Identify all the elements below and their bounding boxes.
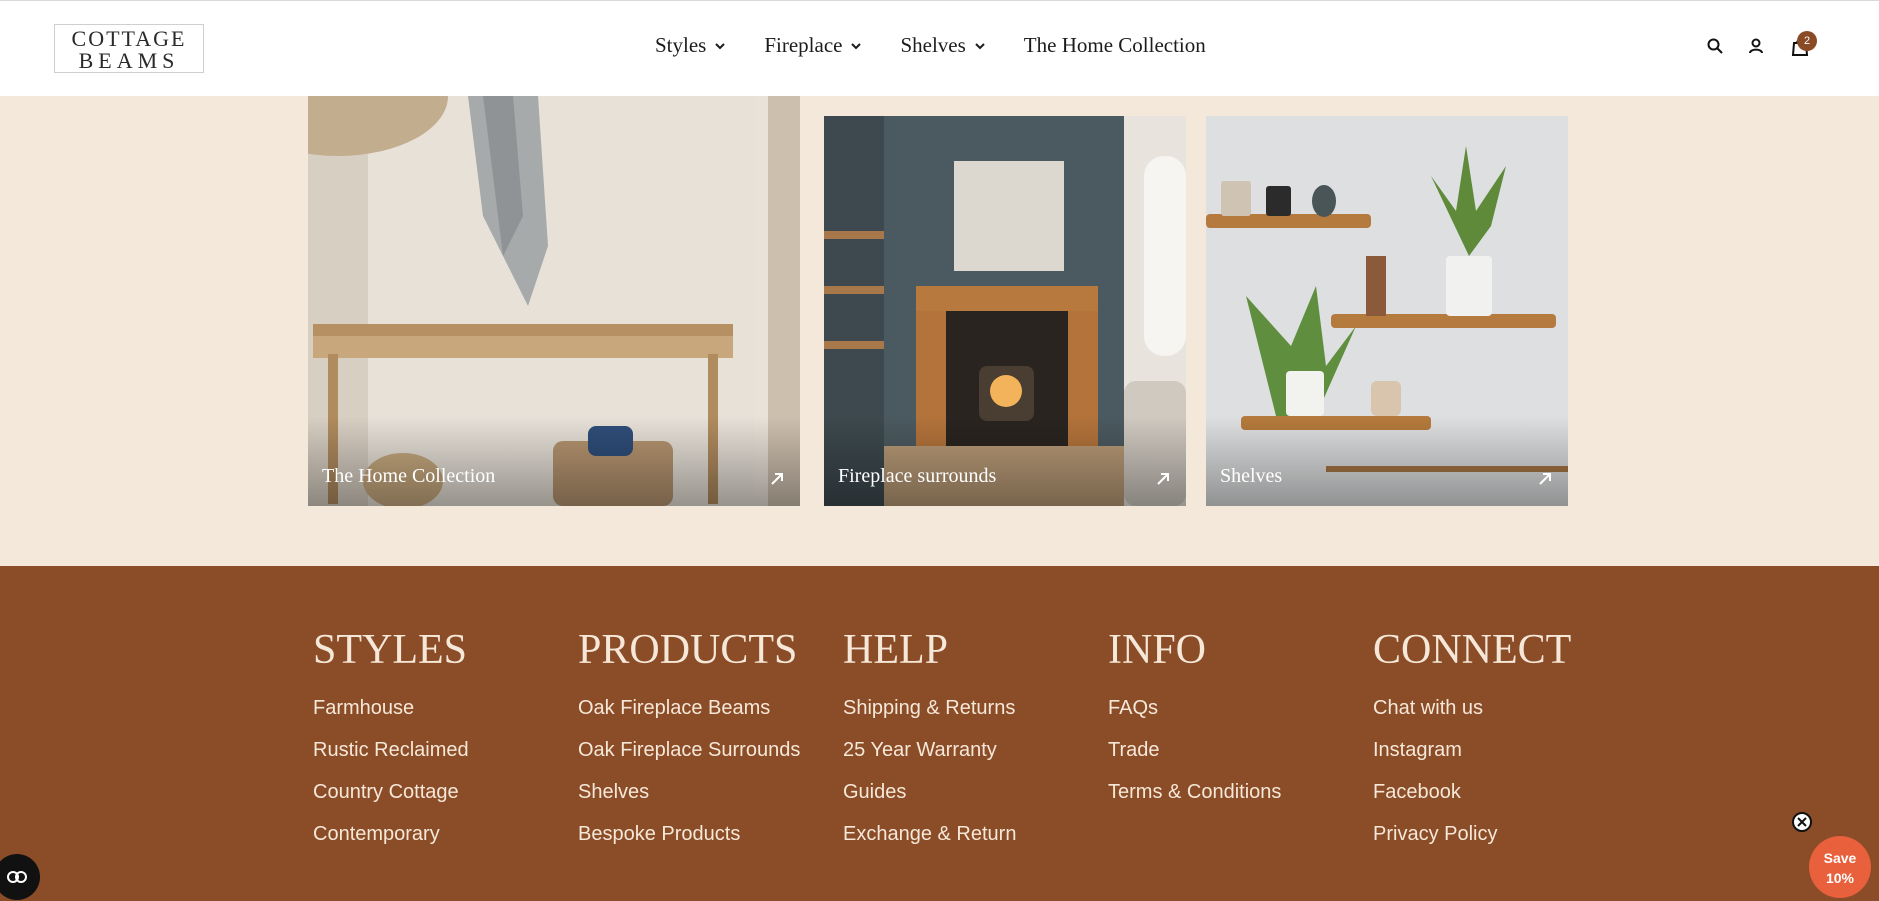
- footer-link-chat[interactable]: Chat with us: [1373, 696, 1571, 720]
- footer-link-trade[interactable]: Trade: [1108, 738, 1281, 762]
- chevron-down-icon: [851, 42, 862, 49]
- site-header: COTTAGE BEAMS Styles Fireplace Shelves T…: [0, 0, 1879, 96]
- footer-column-styles: STYLES Farmhouse Rustic Reclaimed Countr…: [313, 626, 469, 864]
- nav-item-label: The Home Collection: [1023, 33, 1206, 57]
- category-card-shelves[interactable]: Shelves: [1206, 116, 1568, 506]
- footer-heading: CONNECT: [1373, 627, 1572, 673]
- accessibility-icon: [7, 871, 27, 883]
- footer-link-guides[interactable]: Guides: [843, 780, 1016, 804]
- footer-column-products: PRODUCTS Oak Fireplace Beams Oak Firepla…: [578, 626, 800, 864]
- footer-column-connect: CONNECT Chat with us Instagram Facebook …: [1373, 626, 1571, 864]
- nav-item-fireplace[interactable]: Fireplace: [764, 33, 862, 58]
- caption-overlay: [824, 416, 1186, 506]
- category-card-fireplace-surrounds[interactable]: Fireplace surrounds: [824, 116, 1186, 506]
- site-footer: STYLES Farmhouse Rustic Reclaimed Countr…: [0, 566, 1879, 901]
- nav-item-label: Styles: [655, 33, 707, 57]
- search-icon[interactable]: [1706, 37, 1724, 55]
- user-icon[interactable]: [1747, 37, 1765, 55]
- footer-link-faqs[interactable]: FAQs: [1108, 696, 1281, 720]
- footer-column-info: INFO FAQs Trade Terms & Conditions: [1108, 626, 1281, 822]
- footer-link-exchange-return[interactable]: Exchange & Return: [843, 822, 1016, 846]
- caption-overlay: [308, 416, 800, 506]
- footer-link-oak-fireplace-beams[interactable]: Oak Fireplace Beams: [578, 696, 800, 720]
- footer-link-instagram[interactable]: Instagram: [1373, 738, 1571, 762]
- chevron-down-icon: [975, 42, 985, 49]
- card-label: Shelves: [1220, 465, 1283, 487]
- footer-column-help: HELP Shipping & Returns 25 Year Warranty…: [843, 626, 1016, 864]
- card-label: Fireplace surrounds: [838, 465, 997, 487]
- arrow-up-right-icon: [1157, 473, 1169, 485]
- brand-line-2: BEAMS: [78, 48, 180, 73]
- nav-item-shelves[interactable]: Shelves: [900, 33, 985, 58]
- brand-line-1: COTTAGE: [71, 26, 187, 51]
- nav-item-label: Shelves: [900, 33, 966, 57]
- arrow-up-right-icon: [1539, 473, 1551, 485]
- footer-link-terms[interactable]: Terms & Conditions: [1108, 780, 1281, 804]
- close-promo-button[interactable]: [1792, 812, 1812, 832]
- card-label: The Home Collection: [322, 465, 496, 487]
- footer-link-bespoke-products[interactable]: Bespoke Products: [578, 822, 800, 846]
- caption-overlay: [1206, 416, 1568, 506]
- brand-logo[interactable]: COTTAGE BEAMS: [54, 24, 204, 73]
- chevron-down-icon: [715, 42, 726, 49]
- category-card-home-collection[interactable]: The Home Collection: [308, 96, 800, 506]
- footer-link-oak-fireplace-surrounds[interactable]: Oak Fireplace Surrounds: [578, 738, 800, 762]
- nav-item-styles[interactable]: Styles: [655, 33, 726, 58]
- save-label: Save: [1823, 850, 1857, 866]
- cart-count-badge: 2: [1797, 31, 1817, 51]
- nav-item-home-collection[interactable]: The Home Collection: [1024, 33, 1206, 58]
- accessibility-button[interactable]: [0, 854, 40, 900]
- footer-heading: STYLES: [313, 627, 468, 673]
- footer-link-country-cottage[interactable]: Country Cottage: [313, 780, 469, 804]
- save-percent: 10%: [1825, 870, 1855, 886]
- arrow-up-right-icon: [771, 473, 783, 485]
- footer-link-facebook[interactable]: Facebook: [1373, 780, 1571, 804]
- footer-link-shipping-returns[interactable]: Shipping & Returns: [843, 696, 1016, 720]
- footer-link-rustic-reclaimed[interactable]: Rustic Reclaimed: [313, 738, 469, 762]
- footer-link-privacy[interactable]: Privacy Policy: [1373, 822, 1571, 846]
- footer-link-farmhouse[interactable]: Farmhouse: [313, 696, 469, 720]
- footer-heading: HELP: [843, 627, 948, 673]
- main-nav: Styles Fireplace Shelves The Home Collec…: [655, 33, 1244, 58]
- close-icon: [1797, 817, 1807, 827]
- save-discount-button[interactable]: Save 10%: [1809, 836, 1871, 898]
- footer-link-shelves[interactable]: Shelves: [578, 780, 800, 804]
- footer-link-warranty[interactable]: 25 Year Warranty: [843, 738, 1016, 762]
- footer-heading: PRODUCTS: [578, 627, 798, 673]
- footer-heading: INFO: [1108, 627, 1207, 673]
- footer-link-contemporary[interactable]: Contemporary: [313, 822, 469, 846]
- nav-item-label: Fireplace: [764, 33, 843, 57]
